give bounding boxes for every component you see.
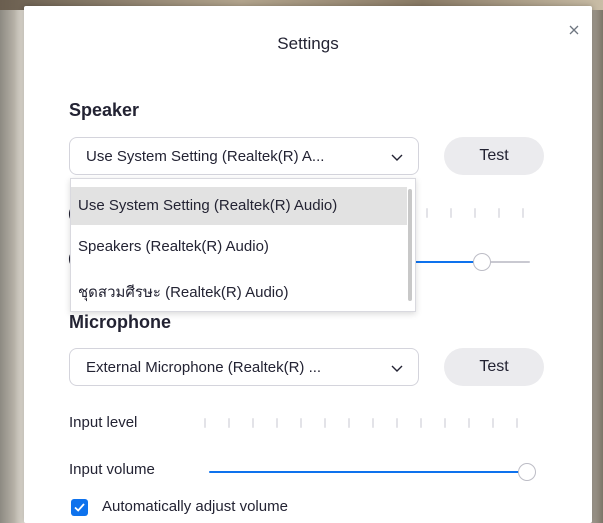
- input-level-label: Input level: [69, 414, 138, 431]
- speaker-select[interactable]: Use System Setting (Realtek(R) A...: [69, 137, 419, 175]
- dropdown-option[interactable]: Use System Setting (Realtek(R) Audio): [71, 187, 407, 225]
- microphone-select[interactable]: External Microphone (Realtek(R) ...: [69, 348, 419, 386]
- meter-tick: [426, 208, 428, 218]
- dialog-title: Settings: [277, 34, 339, 53]
- meter-tick: [498, 208, 500, 218]
- output-volume-slider-rest: [490, 261, 530, 263]
- input-volume-label: Input volume: [69, 461, 155, 478]
- meter-tick: [324, 418, 326, 428]
- speaker-dropdown-list: Use System Setting (Realtek(R) Audio) Sp…: [70, 178, 416, 312]
- output-volume-slider-thumb[interactable]: [473, 253, 491, 271]
- speaker-test-button[interactable]: Test: [444, 137, 544, 175]
- meter-tick: [276, 418, 278, 428]
- settings-dialog: Settings Speaker Use System Setting (Rea…: [24, 6, 592, 523]
- chevron-down-icon: [391, 154, 403, 161]
- dropdown-option-label: Use System Setting (Realtek(R) Audio): [78, 197, 338, 214]
- checkmark-icon: [74, 503, 85, 512]
- auto-adjust-checkbox[interactable]: [71, 499, 88, 516]
- meter-tick: [204, 418, 206, 428]
- close-icon[interactable]: [567, 23, 581, 37]
- chevron-down-icon: [391, 365, 403, 372]
- meter-tick: [444, 418, 446, 428]
- speaker-select-value: Use System Setting (Realtek(R) A...: [86, 148, 325, 165]
- meter-tick: [228, 418, 230, 428]
- microphone-select-value: External Microphone (Realtek(R) ...: [86, 359, 322, 376]
- input-volume-slider-thumb[interactable]: [518, 463, 536, 481]
- microphone-test-button[interactable]: Test: [444, 348, 544, 386]
- speaker-heading: Speaker: [69, 100, 140, 120]
- meter-tick: [396, 418, 398, 428]
- meter-tick: [252, 418, 254, 428]
- auto-adjust-label: Automatically adjust volume: [102, 498, 288, 515]
- dropdown-option[interactable]: ชุดสวมศีรษะ (Realtek(R) Audio): [71, 270, 407, 308]
- meter-tick: [420, 418, 422, 428]
- microphone-heading: Microphone: [69, 312, 171, 332]
- meter-tick: [300, 418, 302, 428]
- meter-tick: [492, 418, 494, 428]
- dropdown-scrollbar[interactable]: [408, 189, 412, 301]
- dropdown-option-label: ชุดสวมศีรษะ (Realtek(R) Audio): [78, 284, 289, 301]
- input-level-meter: [204, 418, 534, 430]
- meter-tick: [450, 208, 452, 218]
- output-level-meter: [424, 208, 534, 220]
- meter-tick: [474, 208, 476, 218]
- meter-tick: [468, 418, 470, 428]
- dropdown-option-label: Speakers (Realtek(R) Audio): [78, 238, 269, 255]
- meter-tick: [516, 418, 518, 428]
- meter-tick: [372, 418, 374, 428]
- dropdown-option[interactable]: Speakers (Realtek(R) Audio): [71, 228, 407, 266]
- input-volume-slider-fill: [209, 471, 522, 473]
- meter-tick: [522, 208, 524, 218]
- meter-tick: [348, 418, 350, 428]
